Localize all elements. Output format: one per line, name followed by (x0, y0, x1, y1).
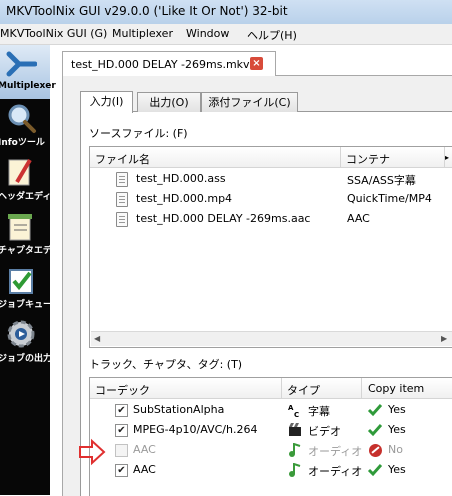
track-row[interactable]: ✔ MPEG-4p10/AVC/h.264 ビデオ Yes (90, 420, 452, 440)
source-files-list[interactable]: ファイル名 コンテナ ▸ test_HD.000.ass SSA/ASS字幕 t… (89, 146, 452, 348)
svg-text:C: C (294, 411, 299, 417)
menu-window[interactable]: Window (186, 27, 229, 40)
menu-multiplexer[interactable]: Multiplexer (112, 27, 173, 40)
file-container: QuickTime/MP4 (347, 192, 432, 205)
sidebar-item-label: Multiplexer (0, 81, 56, 91)
job-output-icon (7, 320, 35, 348)
close-icon[interactable]: × (250, 57, 263, 70)
column-header-container[interactable]: コンテナ (346, 151, 390, 167)
annotation-arrow-icon (79, 438, 106, 466)
file-name: test_HD.000 DELAY -269ms.aac (136, 212, 311, 225)
track-codec: AAC (133, 443, 156, 456)
menu-mkvtoolnix[interactable]: MKVToolNix GUI (G) (0, 27, 107, 40)
no-entry-icon (369, 444, 382, 457)
track-checkbox[interactable] (115, 444, 128, 457)
sidebar: Multiplexer Infoツール ヘッダエディタ チャプタエディタ ジョブ… (0, 45, 58, 495)
horizontal-scrollbar[interactable]: ◀ ▶ (91, 331, 452, 346)
track-copy-item: Yes (388, 403, 406, 416)
track-codec: MPEG-4p10/AVC/h.264 (133, 423, 258, 436)
track-copy-item: No (388, 443, 403, 456)
info-tool-icon (8, 104, 36, 133)
sidebar-item-chapter-editor[interactable]: チャプタエディタ (0, 207, 58, 261)
header-overflow-icon[interactable]: ▸ (445, 153, 449, 162)
track-type: ビデオ (308, 425, 341, 438)
sidebar-item-multiplexer[interactable]: Multiplexer (0, 45, 56, 99)
sidebar-item-label: ヘッダエディタ (0, 192, 58, 202)
file-icon (116, 192, 128, 207)
audio-icon (289, 463, 301, 477)
sidebar-item-job-output[interactable]: ジョブの出力 (0, 315, 52, 369)
chapter-editor-icon (8, 214, 32, 241)
file-icon (116, 212, 128, 227)
track-row[interactable]: AAC オーディオ No (90, 440, 452, 460)
checkmark-icon (367, 424, 383, 437)
sidebar-item-label: ジョブキュー (0, 300, 53, 310)
track-type: 字幕 (308, 405, 330, 418)
header-editor-icon (8, 158, 32, 186)
checkmark-icon (367, 404, 383, 417)
sidebar-item-job-queue[interactable]: ジョブキュー (0, 261, 52, 315)
checkmark-icon (367, 464, 383, 477)
track-checkbox[interactable]: ✔ (115, 424, 128, 437)
sidebar-item-info-tool[interactable]: Infoツール (0, 99, 50, 153)
file-container: AAC (347, 212, 370, 225)
sidebar-item-label: チャプタエディタ (0, 246, 58, 256)
column-header-filename[interactable]: ファイル名 (95, 151, 150, 167)
tab-input[interactable]: 入力(I) (80, 91, 133, 113)
file-name: test_HD.000.ass (136, 172, 226, 185)
file-name: test_HD.000.mp4 (136, 192, 233, 205)
track-codec: SubStationAlpha (133, 403, 225, 416)
track-type: オーディオ (308, 445, 363, 458)
video-icon (289, 423, 301, 436)
sidebar-item-label: Infoツール (0, 138, 45, 148)
scroll-right-icon[interactable]: ▶ (441, 334, 447, 343)
document-tab[interactable]: test_HD.000 DELAY -269ms.mkv × (62, 51, 276, 76)
table-row[interactable]: test_HD.000 DELAY -269ms.aac AAC (90, 209, 452, 229)
document-tab-label: test_HD.000 DELAY -269ms.mkv (71, 58, 250, 71)
track-row[interactable]: ✔ SubStationAlpha A C 字幕 Yes (90, 400, 452, 420)
tab-output[interactable]: 出力(O) (137, 92, 201, 112)
menu-help[interactable]: ヘルプ(H) (247, 27, 297, 43)
window-title: MKVToolNix GUI v29.0.0 ('Like It Or Not'… (6, 4, 288, 18)
menu-bar: MKVToolNix GUI (G) Multiplexer Window ヘル… (0, 24, 452, 45)
column-header-type[interactable]: タイプ (287, 382, 320, 398)
file-container: SSA/ASS字幕 (347, 174, 416, 187)
track-type: オーディオ (308, 465, 363, 478)
track-copy-item: Yes (388, 463, 406, 476)
audio-icon (289, 443, 301, 457)
job-queue-icon (9, 269, 33, 294)
source-files-label: ソースファイル: (F) (89, 127, 188, 140)
tracks-label: トラック、チャプタ、タグ: (T) (89, 358, 243, 371)
sidebar-item-header-editor[interactable]: ヘッダエディタ (0, 153, 58, 207)
scroll-left-icon[interactable]: ◀ (94, 334, 100, 343)
source-files-header: ファイル名 コンテナ ▸ (90, 147, 452, 168)
window-titlebar: MKVToolNix GUI v29.0.0 ('Like It Or Not'… (0, 0, 452, 25)
track-row[interactable]: ✔ AAC オーディオ Yes (90, 460, 452, 480)
column-header-codec[interactable]: コーデック (95, 382, 150, 398)
track-copy-item: Yes (388, 423, 406, 436)
tab-attachments[interactable]: 添付ファイル(C) (201, 92, 298, 112)
tracks-list[interactable]: コーデック タイプ Copy item ✔ SubStationAlpha A … (89, 377, 452, 496)
table-row[interactable]: test_HD.000.mp4 QuickTime/MP4 (90, 189, 452, 209)
track-checkbox[interactable]: ✔ (115, 464, 128, 477)
track-codec: AAC (133, 463, 156, 476)
file-icon (116, 172, 128, 187)
subtitle-icon: A C (288, 404, 299, 417)
table-row[interactable]: test_HD.000.ass SSA/ASS字幕 (90, 169, 452, 189)
tracks-header: コーデック タイプ Copy item (90, 378, 452, 399)
sidebar-item-label: ジョブの出力 (0, 354, 53, 364)
track-checkbox[interactable]: ✔ (115, 404, 128, 417)
column-header-copy-item[interactable]: Copy item (368, 382, 424, 395)
merge-icon (6, 51, 37, 77)
